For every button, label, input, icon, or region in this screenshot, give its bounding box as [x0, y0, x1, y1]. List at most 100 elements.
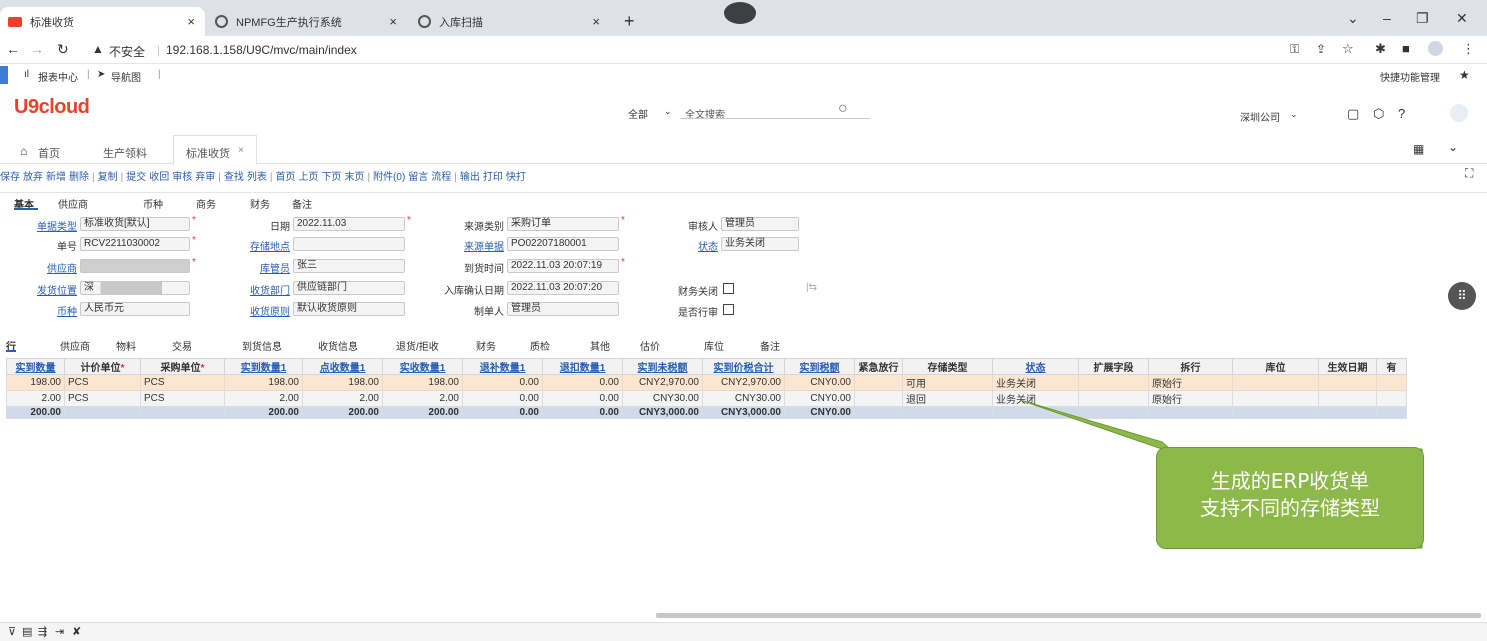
fullscreen-icon[interactable]: ⛶: [1465, 166, 1473, 181]
form-tab-currency[interactable]: 币种: [143, 196, 163, 211]
table-cell[interactable]: CNY3,000.00: [622, 406, 703, 419]
apps-icon[interactable]: ⠿: [1448, 282, 1476, 310]
key-icon[interactable]: ⚿: [1290, 42, 1299, 57]
toolbar-button[interactable]: 上页: [298, 172, 318, 183]
share-icon[interactable]: ⇪: [1316, 42, 1326, 56]
column-header[interactable]: 计价单位*: [64, 358, 141, 375]
table-cell[interactable]: 0.00: [542, 406, 623, 419]
supplier-field[interactable]: [80, 259, 190, 273]
toolbar-button[interactable]: 删除: [69, 172, 89, 183]
storage-field[interactable]: [293, 237, 405, 251]
avatar[interactable]: [1450, 104, 1468, 122]
search-scope-select[interactable]: 全部: [628, 106, 648, 121]
export-icon[interactable]: ⇥: [55, 625, 64, 638]
toolbar-button[interactable]: 流程: [431, 172, 451, 183]
clear-icon[interactable]: ✘: [72, 625, 81, 638]
column-header[interactable]: 实到未税额: [622, 358, 703, 375]
split-checkbox[interactable]: [723, 304, 734, 315]
table-cell[interactable]: 200.00: [6, 406, 65, 419]
table-cell[interactable]: 2.00: [6, 390, 65, 407]
toolbar-button[interactable]: 收回: [149, 172, 169, 183]
bookmark-report[interactable]: 报表中心: [38, 69, 78, 84]
tab-home[interactable]: 首页: [38, 145, 60, 161]
company-select[interactable]: 深圳公司: [1240, 109, 1280, 124]
table-cell[interactable]: [1232, 374, 1319, 391]
column-header[interactable]: 实到数量1: [224, 358, 303, 375]
cube-icon[interactable]: ⬡: [1373, 106, 1384, 122]
table-cell[interactable]: [64, 406, 141, 419]
quick-manage-link[interactable]: 快捷功能管理: [1380, 69, 1440, 84]
table-cell[interactable]: PCS: [140, 390, 225, 407]
form-tab-business[interactable]: 商务: [196, 196, 216, 211]
table-cell[interactable]: CNY30.00: [702, 390, 785, 407]
src-doc-label[interactable]: 来源单据: [430, 238, 504, 253]
table-cell[interactable]: 0.00: [542, 374, 623, 391]
table-cell[interactable]: 198.00: [6, 374, 65, 391]
grid-menu-icon[interactable]: ▦: [1413, 142, 1424, 156]
toolbar-button[interactable]: 弃审: [195, 172, 215, 183]
table-cell[interactable]: CNY2,970.00: [622, 374, 703, 391]
table-cell[interactable]: 可用: [902, 374, 993, 391]
grid-tab[interactable]: 财务: [476, 338, 496, 353]
table-cell[interactable]: 退回: [902, 390, 993, 407]
app-menu-icon[interactable]: [0, 66, 8, 84]
sidebar-icon[interactable]: ■: [1402, 41, 1410, 56]
table-cell[interactable]: 原始行: [1148, 374, 1233, 391]
auditor-field[interactable]: 管理员: [721, 217, 799, 231]
supplier-label[interactable]: 供应商: [34, 260, 77, 275]
column-header[interactable]: 库位: [1232, 358, 1319, 375]
search-icon[interactable]: ○: [838, 100, 848, 118]
toolbar-button[interactable]: 附件(0): [373, 172, 405, 183]
toolbar-button[interactable]: 输出: [460, 172, 480, 183]
confirm-field[interactable]: 2022.11.03 20:07:20: [507, 281, 619, 295]
column-header[interactable]: 实到税额: [784, 358, 855, 375]
table-cell[interactable]: [854, 390, 903, 407]
new-tab-button[interactable]: +: [616, 7, 643, 36]
reload-icon[interactable]: ↻: [57, 41, 69, 58]
profile-icon[interactable]: [1428, 41, 1443, 56]
status-label[interactable]: 状态: [660, 238, 718, 253]
table-cell[interactable]: [854, 406, 903, 419]
minimize-icon[interactable]: –: [1383, 10, 1391, 26]
grid-tab[interactable]: 库位: [704, 338, 724, 353]
table-cell[interactable]: 198.00: [224, 374, 303, 391]
column-header[interactable]: 点收数量1: [302, 358, 383, 375]
src-doc-field[interactable]: PO02207180001: [507, 237, 619, 251]
column-header[interactable]: 实收数量1: [382, 358, 463, 375]
rule-label[interactable]: 收货原则: [232, 303, 290, 318]
form-tab-remarks[interactable]: 备注: [292, 196, 312, 211]
toolbar-button[interactable]: 下页: [321, 172, 341, 183]
fin-close-checkbox[interactable]: [723, 283, 734, 294]
column-header[interactable]: 退扣数量1: [542, 358, 623, 375]
dept-field[interactable]: 供应链部门: [293, 281, 405, 295]
doc-type-field[interactable]: 标准收货[默认]: [80, 217, 190, 231]
grid-tab[interactable]: 交易: [172, 338, 192, 353]
star-icon[interactable]: ☆: [1342, 41, 1354, 57]
column-header[interactable]: 拆行: [1148, 358, 1233, 375]
toolbar-button[interactable]: 列表: [247, 172, 267, 183]
table-cell[interactable]: 2.00: [302, 390, 383, 407]
currency-field[interactable]: 人民币元: [80, 302, 190, 316]
back-icon[interactable]: ←: [6, 41, 20, 57]
close-window-icon[interactable]: ✕: [1456, 10, 1468, 27]
table-cell[interactable]: CNY0.00: [784, 406, 855, 419]
chevron-down-icon[interactable]: ⌄: [1448, 140, 1458, 154]
toolbar-button[interactable]: 首页: [275, 172, 295, 183]
maker-field[interactable]: 管理员: [507, 302, 619, 316]
toolbar-button[interactable]: 打印: [483, 172, 503, 183]
grid-tab[interactable]: 其他: [590, 338, 610, 353]
column-header[interactable]: 实到价税合计: [702, 358, 785, 375]
column-header[interactable]: 实到数量: [6, 358, 65, 375]
keeper-field[interactable]: 张三: [293, 259, 405, 273]
browser-tab[interactable]: 入库扫描 ×: [410, 7, 610, 36]
storage-label[interactable]: 存储地点: [232, 238, 290, 253]
table-cell[interactable]: 200.00: [302, 406, 383, 419]
table-cell[interactable]: 198.00: [302, 374, 383, 391]
grid-tab[interactable]: 质检: [530, 338, 550, 353]
column-header[interactable]: 紧急放行: [854, 358, 903, 375]
filter-icon[interactable]: ⊽: [8, 625, 16, 638]
table-cell[interactable]: 200.00: [382, 406, 463, 419]
message-icon[interactable]: ▢: [1347, 106, 1359, 122]
table-cell[interactable]: CNY0.00: [784, 374, 855, 391]
arrive-field[interactable]: 2022.11.03 20:07:19: [507, 259, 619, 273]
